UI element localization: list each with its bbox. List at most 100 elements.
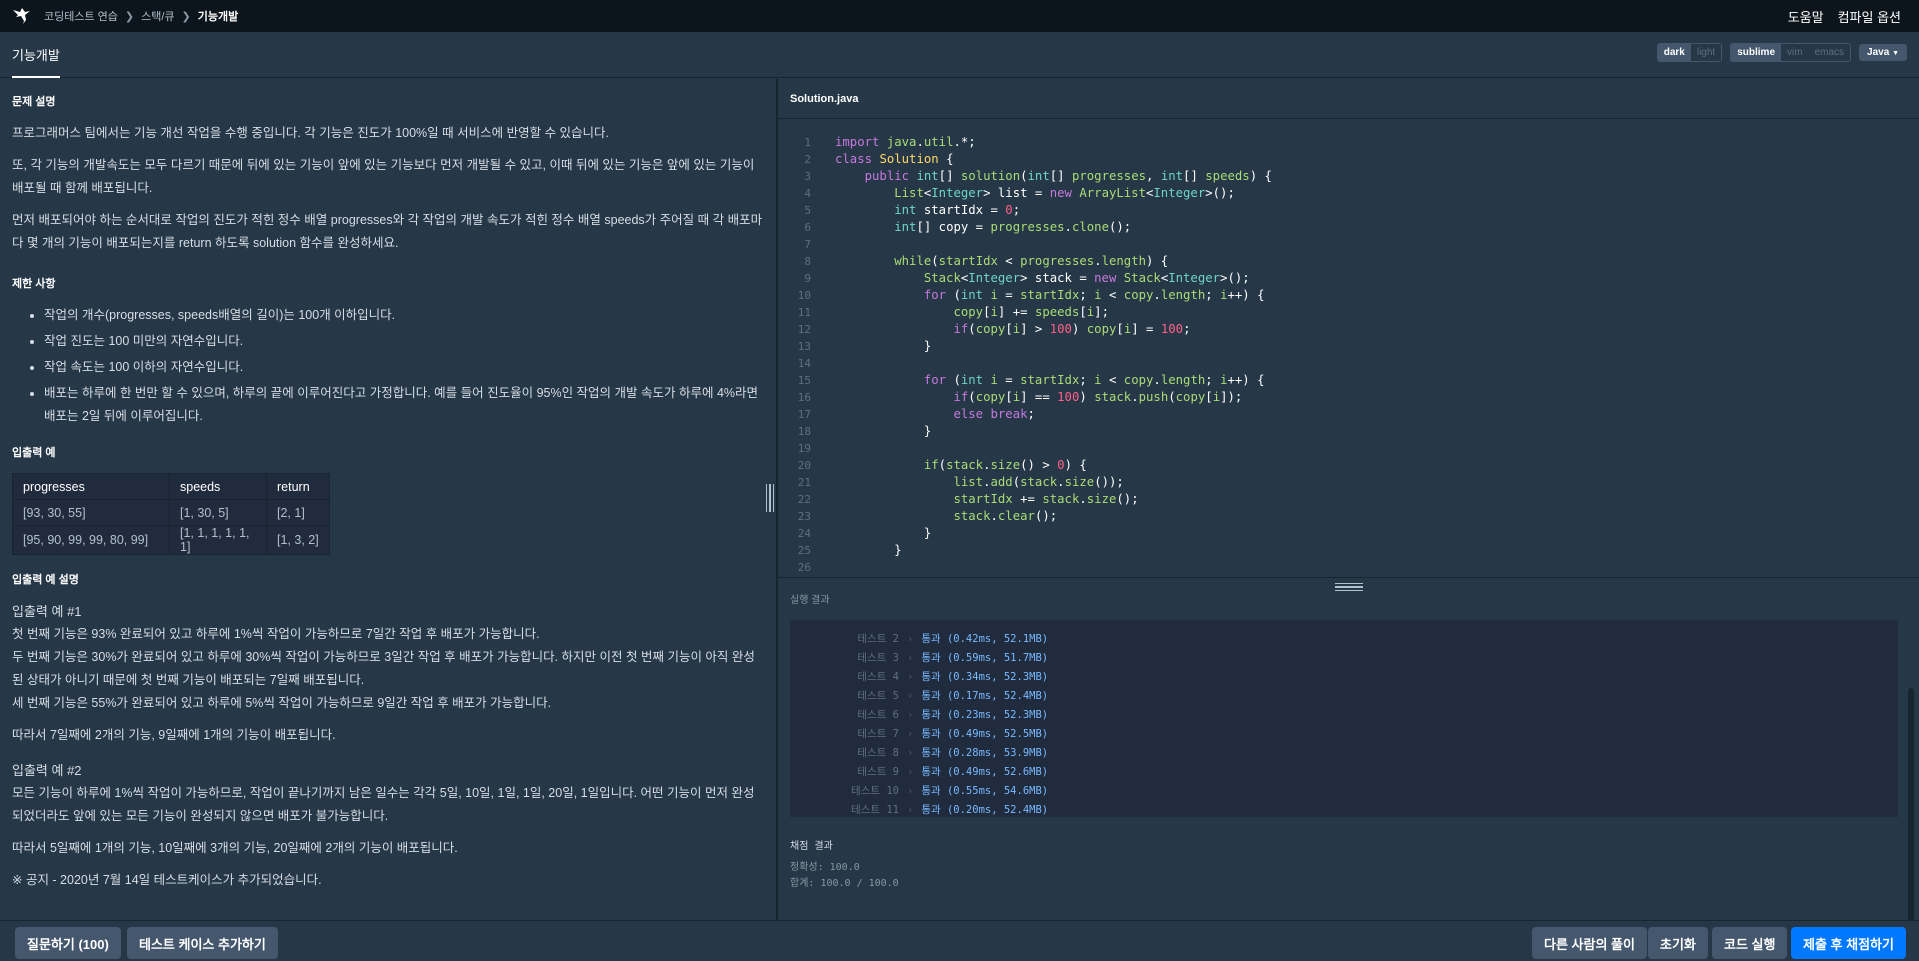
result-scrollbar[interactable] — [1908, 688, 1914, 922]
file-tab[interactable]: Solution.java — [778, 79, 1919, 119]
example-2-text: 모든 기능이 하루에 1%씩 작업이 가능하므로, 작업이 끝나기까지 남은 일… — [12, 786, 755, 823]
submit-button[interactable]: 제출 후 채점하기 — [1791, 927, 1906, 959]
test-name: 테스트 10 — [851, 785, 899, 797]
code-line: 7 — [778, 236, 1919, 253]
limit-item: 작업의 개수(progresses, speeds배열의 길이)는 100개 이… — [44, 304, 764, 327]
problem-description-pane[interactable]: 문제 설명 프로그래머스 팀에서는 기능 개선 작업을 수행 중입니다. 각 기… — [0, 79, 776, 920]
others-solution-button[interactable]: 다른 사람의 풀이 — [1532, 927, 1647, 959]
breadcrumb-item-practice[interactable]: 코딩테스트 연습 — [44, 8, 118, 24]
code-line: 18 } — [778, 423, 1919, 440]
line-number: 19 — [797, 442, 811, 455]
problem-title-tab[interactable]: 기능개발 — [12, 32, 60, 78]
editor-settings: dark light sublime vim emacs Java ▼ — [1656, 43, 1907, 62]
test-value: 통과 (0.49ms, 52.5MB) — [921, 728, 1049, 740]
breadcrumb-item-category[interactable]: 스택/큐 — [141, 8, 174, 24]
total-text: 합계: 100.0 / 100.0 — [790, 878, 899, 889]
line-number: 26 — [797, 561, 811, 574]
test-name: 테스트 8 — [857, 747, 899, 759]
limit-item: 작업 진도는 100 미만의 자연수입니다. — [44, 330, 764, 353]
compile-options-link[interactable]: 컴파일 옵션 — [1838, 7, 1901, 26]
theme-option-dark[interactable]: dark — [1657, 44, 1691, 61]
final-score-title: 채점 결과 — [790, 841, 833, 852]
language-select[interactable]: Java ▼ — [1859, 44, 1907, 61]
code-line: 4 List<Integer> list = new ArrayList<Int… — [778, 185, 1919, 202]
code-line: 19 — [778, 440, 1919, 457]
explain-heading: 입출력 예 설명 — [12, 574, 79, 586]
test-name: 테스트 2 — [857, 633, 899, 645]
line-number: 13 — [797, 340, 811, 353]
example-line: 첫 번째 기능은 93% 완료되어 있고 하루에 1%씩 작업이 가능하므로 7… — [12, 627, 540, 641]
caret-down-icon: ▼ — [1892, 50, 1899, 57]
drag-handle-icon[interactable] — [766, 484, 774, 512]
line-number: 8 — [804, 255, 811, 268]
code-line: 3 public int[] solution(int[] progresses… — [778, 168, 1919, 185]
chevron-right-icon: ❯ — [181, 10, 191, 23]
test-value: 통과 (0.28ms, 53.9MB) — [921, 747, 1049, 759]
test-value: 통과 (0.59ms, 51.7MB) — [921, 652, 1049, 664]
list-item: 테스트 7 › 통과 (0.49ms, 52.5MB) — [790, 724, 1898, 743]
keymap-option-vim[interactable]: vim — [1781, 44, 1809, 61]
test-value: 통과 (0.55ms, 54.6MB) — [921, 785, 1049, 797]
list-item: 테스트 9 › 통과 (0.49ms, 52.6MB) — [790, 762, 1898, 781]
keymap-option-sublime[interactable]: sublime — [1731, 44, 1782, 61]
theme-option-light[interactable]: light — [1690, 44, 1722, 61]
code-editor[interactable]: 1 import java.util.*; 2 class Solution { 3… — [778, 120, 1919, 577]
code-line: 8 while(startIdx < progresses.length) { — [778, 253, 1919, 270]
test-name: 테스트 5 — [857, 690, 899, 702]
table-cell: [1, 1, 1, 1, 1, 1] — [169, 525, 267, 555]
final-score: 채점 결과 정확성: 100.0 합계: 100.0 / 100.0 — [790, 839, 899, 892]
theme-toggle: dark light — [1656, 43, 1723, 62]
breadcrumb-item-current: 기능개발 — [197, 11, 239, 23]
line-number: 15 — [797, 374, 811, 387]
table-header: speeds — [169, 473, 267, 500]
code-line: 16 if(copy[i] == 100) stack.push(copy[i]… — [778, 389, 1919, 406]
line-number: 21 — [797, 476, 811, 489]
run-code-button[interactable]: 코드 실행 — [1712, 927, 1788, 959]
io-example-table: progresses speeds return [93, 30, 55] [1… — [12, 473, 330, 555]
table-cell: [93, 30, 55] — [12, 499, 170, 526]
keymap-option-emacs[interactable]: emacs — [1808, 44, 1851, 61]
drag-handle-icon[interactable] — [1335, 583, 1363, 591]
chevron-right-icon: › — [907, 651, 914, 664]
line-number: 20 — [797, 459, 811, 472]
editor-pane: Solution.java 1 import java.util.*; 2 clas… — [778, 79, 1919, 922]
test-results-list[interactable]: 테스트 2 › 통과 (0.42ms, 52.1MB) 테스트 3 › 통과 (0.59… — [790, 620, 1898, 817]
test-value: 통과 (0.42ms, 52.1MB) — [921, 633, 1049, 645]
line-number: 24 — [797, 527, 811, 540]
problem-title-bar: 기능개발 dark light sublime vim emacs Java ▼ — [0, 32, 1919, 78]
io-heading: 입출력 예 — [12, 447, 56, 459]
line-number: 22 — [797, 493, 811, 506]
test-name: 테스트 3 — [857, 652, 899, 664]
test-value: 통과 (0.20ms, 52.4MB) — [921, 804, 1049, 816]
language-select-label: Java — [1867, 47, 1890, 58]
example-2-title: 입출력 예 #2 — [12, 763, 82, 778]
example-1-text: 첫 번째 기능은 93% 완료되어 있고 하루에 1%씩 작업이 가능하므로 7… — [12, 623, 764, 715]
bottom-action-bar: 질문하기 (100) 테스트 케이스 추가하기 다른 사람의 풀이 초기화 코드… — [0, 920, 1919, 961]
limits-heading: 제한 사항 — [12, 278, 56, 290]
programmers-logo-icon[interactable] — [10, 5, 32, 27]
line-number: 16 — [797, 391, 811, 404]
table-row: [93, 30, 55] [1, 30, 5] [2, 1] — [12, 499, 330, 526]
code-line: 5 int startIdx = 0; — [778, 202, 1919, 219]
horizontal-splitter[interactable] — [778, 577, 1919, 595]
line-number: 18 — [797, 425, 811, 438]
table-cell: [95, 90, 99, 99, 80, 99] — [12, 525, 170, 555]
code-line: 22 startIdx += stack.size(); — [778, 491, 1919, 508]
code-line: 21 list.add(stack.size()); — [778, 474, 1919, 491]
list-item: 테스트 11 › 통과 (0.20ms, 52.4MB) — [790, 800, 1898, 817]
table-cell: [2, 1] — [266, 499, 330, 526]
list-item — [790, 620, 1898, 629]
code-line: 12 if(copy[i] > 100) copy[i] = 100; — [778, 321, 1919, 338]
reset-button[interactable]: 초기화 — [1648, 927, 1708, 959]
example-line: 두 번째 기능은 30%가 완료되어 있고 하루에 30%씩 작업이 가능하므로… — [12, 650, 755, 687]
table-cell: [1, 3, 2] — [266, 525, 330, 555]
line-number: 10 — [797, 289, 811, 302]
list-item: 테스트 10 › 통과 (0.55ms, 54.6MB) — [790, 781, 1898, 800]
add-testcase-button[interactable]: 테스트 케이스 추가하기 — [127, 927, 278, 959]
ask-question-button[interactable]: 질문하기 (100) — [15, 927, 121, 959]
chevron-right-icon: ❯ — [124, 10, 135, 23]
limits-list: 작업의 개수(progresses, speeds배열의 길이)는 100개 이… — [44, 304, 764, 428]
list-item: 테스트 3 › 통과 (0.59ms, 51.7MB) — [790, 648, 1898, 667]
help-link[interactable]: 도움말 — [1788, 7, 1824, 26]
example-1-summary: 따라서 7일째에 2개의 기능, 9일째에 1개의 기능이 배포됩니다. — [12, 728, 336, 742]
